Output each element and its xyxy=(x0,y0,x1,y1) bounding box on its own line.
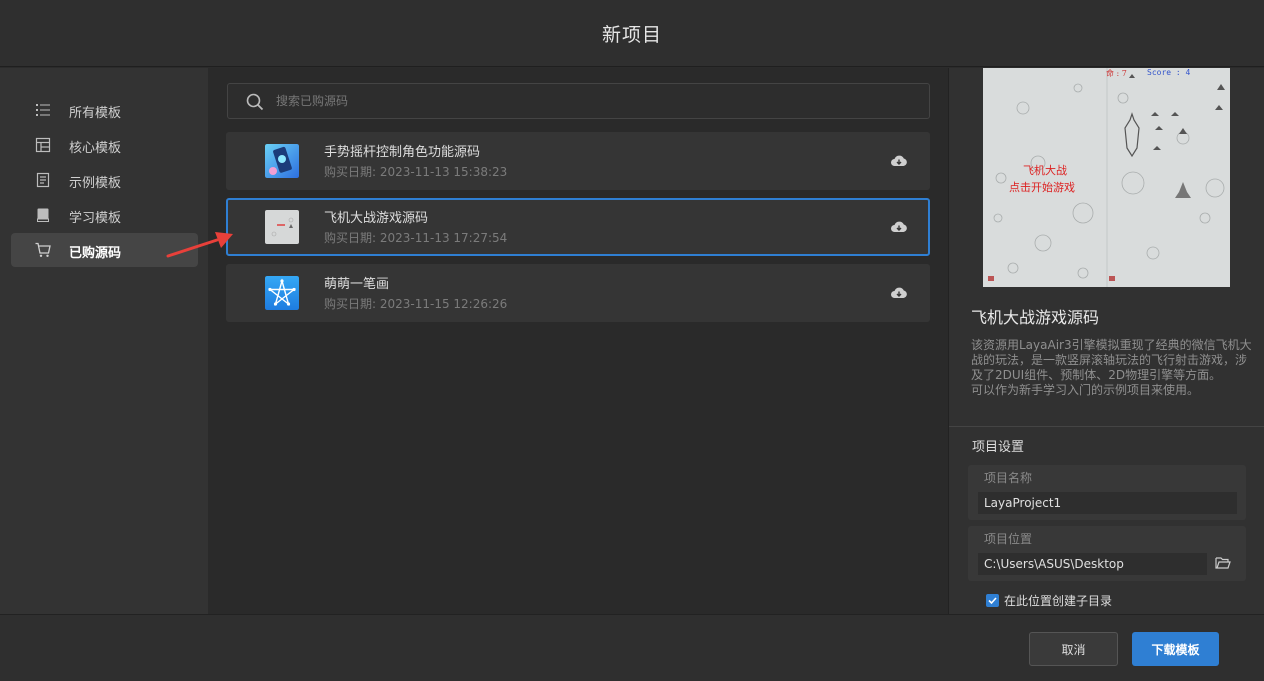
preview-text-line1: 飞机大战 xyxy=(1023,164,1067,177)
preview-scene xyxy=(983,68,1230,287)
dialog-title: 新项目 xyxy=(601,23,662,46)
create-subdir-option[interactable]: 在此位置创建子目录 xyxy=(986,592,1112,609)
project-location-label: 项目位置 xyxy=(984,532,1033,546)
sidebar-item-label: 示例模板 xyxy=(69,176,122,191)
source-item-date: 购买日期: 2023-11-13 17:27:54 xyxy=(324,231,508,245)
detail-title: 飞机大战游戏源码 xyxy=(971,308,1100,327)
cart-icon xyxy=(35,242,51,257)
red-arrow-annotation xyxy=(166,232,233,258)
sidebar-item-label: 所有模板 xyxy=(69,106,122,121)
search-icon xyxy=(246,93,264,111)
download-template-button[interactable]: 下载模板 xyxy=(1132,632,1219,666)
source-item-name: 飞机大战游戏源码 xyxy=(324,211,429,226)
project-name-input[interactable] xyxy=(978,492,1237,514)
detail-panel: 命 : 7 Score : 4 飞机大战 点击开始游戏 飞机大战游戏源码 该资源… xyxy=(948,68,1264,614)
joystick-thumbnail xyxy=(265,144,299,178)
source-item-date: 购买日期: 2023-11-13 15:38:23 xyxy=(324,165,508,179)
preview-image: 命 : 7 Score : 4 飞机大战 点击开始游戏 xyxy=(983,68,1230,287)
source-item-date: 购买日期: 2023-11-15 12:26:26 xyxy=(324,297,508,311)
book-icon xyxy=(37,208,49,222)
project-name-label: 项目名称 xyxy=(984,471,1033,485)
cloud-download-icon[interactable] xyxy=(890,152,908,170)
source-item-name: 手势摇杆控制角色功能源码 xyxy=(324,145,481,160)
project-location-input[interactable] xyxy=(978,553,1207,575)
template-list-panel: 手势摇杆控制角色功能源码 购买日期: 2023-11-13 15:38:23 飞… xyxy=(208,68,948,614)
search-input[interactable] xyxy=(276,91,876,111)
cloud-download-icon[interactable] xyxy=(890,284,908,302)
divider xyxy=(949,426,1264,427)
sidebar-item-label: 学习模板 xyxy=(69,211,122,226)
create-subdir-checkbox[interactable] xyxy=(986,594,999,607)
sidebar-item-example-templates[interactable]: 示例模板 xyxy=(11,163,198,197)
settings-title: 项目设置 xyxy=(972,440,1025,455)
cancel-button[interactable]: 取消 xyxy=(1029,632,1118,666)
cloud-download-icon[interactable] xyxy=(890,218,908,236)
checkmark-icon xyxy=(988,597,997,605)
source-item-plane-war[interactable]: 飞机大战游戏源码 购买日期: 2023-11-13 17:27:54 xyxy=(226,198,930,256)
source-item-one-stroke[interactable]: 萌萌一笔画 购买日期: 2023-11-15 12:26:26 xyxy=(226,264,930,322)
dialog-header: 新项目 xyxy=(0,0,1264,67)
create-subdir-label: 在此位置创建子目录 xyxy=(1004,594,1113,608)
project-location-field: 项目位置 xyxy=(968,526,1246,581)
preview-hud-score: Score : 4 xyxy=(1147,68,1191,77)
detail-description: 该资源用LayaAir3引擎模拟重现了经典的微信飞机大战的玩法，是一款竖屏滚轴玩… xyxy=(971,338,1252,397)
source-item-name: 萌萌一笔画 xyxy=(324,277,390,292)
one-stroke-thumbnail xyxy=(265,276,299,310)
document-icon xyxy=(36,172,50,188)
list-icon xyxy=(36,104,50,116)
dialog-footer: 取消 下载模板 xyxy=(0,614,1264,681)
folder-open-icon[interactable] xyxy=(1215,556,1231,570)
plane-war-thumbnail xyxy=(265,210,299,244)
search-box[interactable] xyxy=(227,83,930,119)
sidebar-item-all-templates[interactable]: 所有模板 xyxy=(11,93,198,127)
preview-text-line2: 点击开始游戏 xyxy=(1009,181,1075,194)
layout-icon xyxy=(35,137,51,153)
preview-hud-lives: 命 : 7 xyxy=(1106,69,1127,78)
sidebar: 所有模板 核心模板 示例模板 学习模板 已购源码 xyxy=(0,68,208,614)
sidebar-item-label: 核心模板 xyxy=(69,141,122,156)
sidebar-item-core-templates[interactable]: 核心模板 xyxy=(11,128,198,162)
source-item-joystick[interactable]: 手势摇杆控制角色功能源码 购买日期: 2023-11-13 15:38:23 xyxy=(226,132,930,190)
sidebar-item-label: 已购源码 xyxy=(69,246,122,261)
project-name-field: 项目名称 xyxy=(968,465,1246,520)
